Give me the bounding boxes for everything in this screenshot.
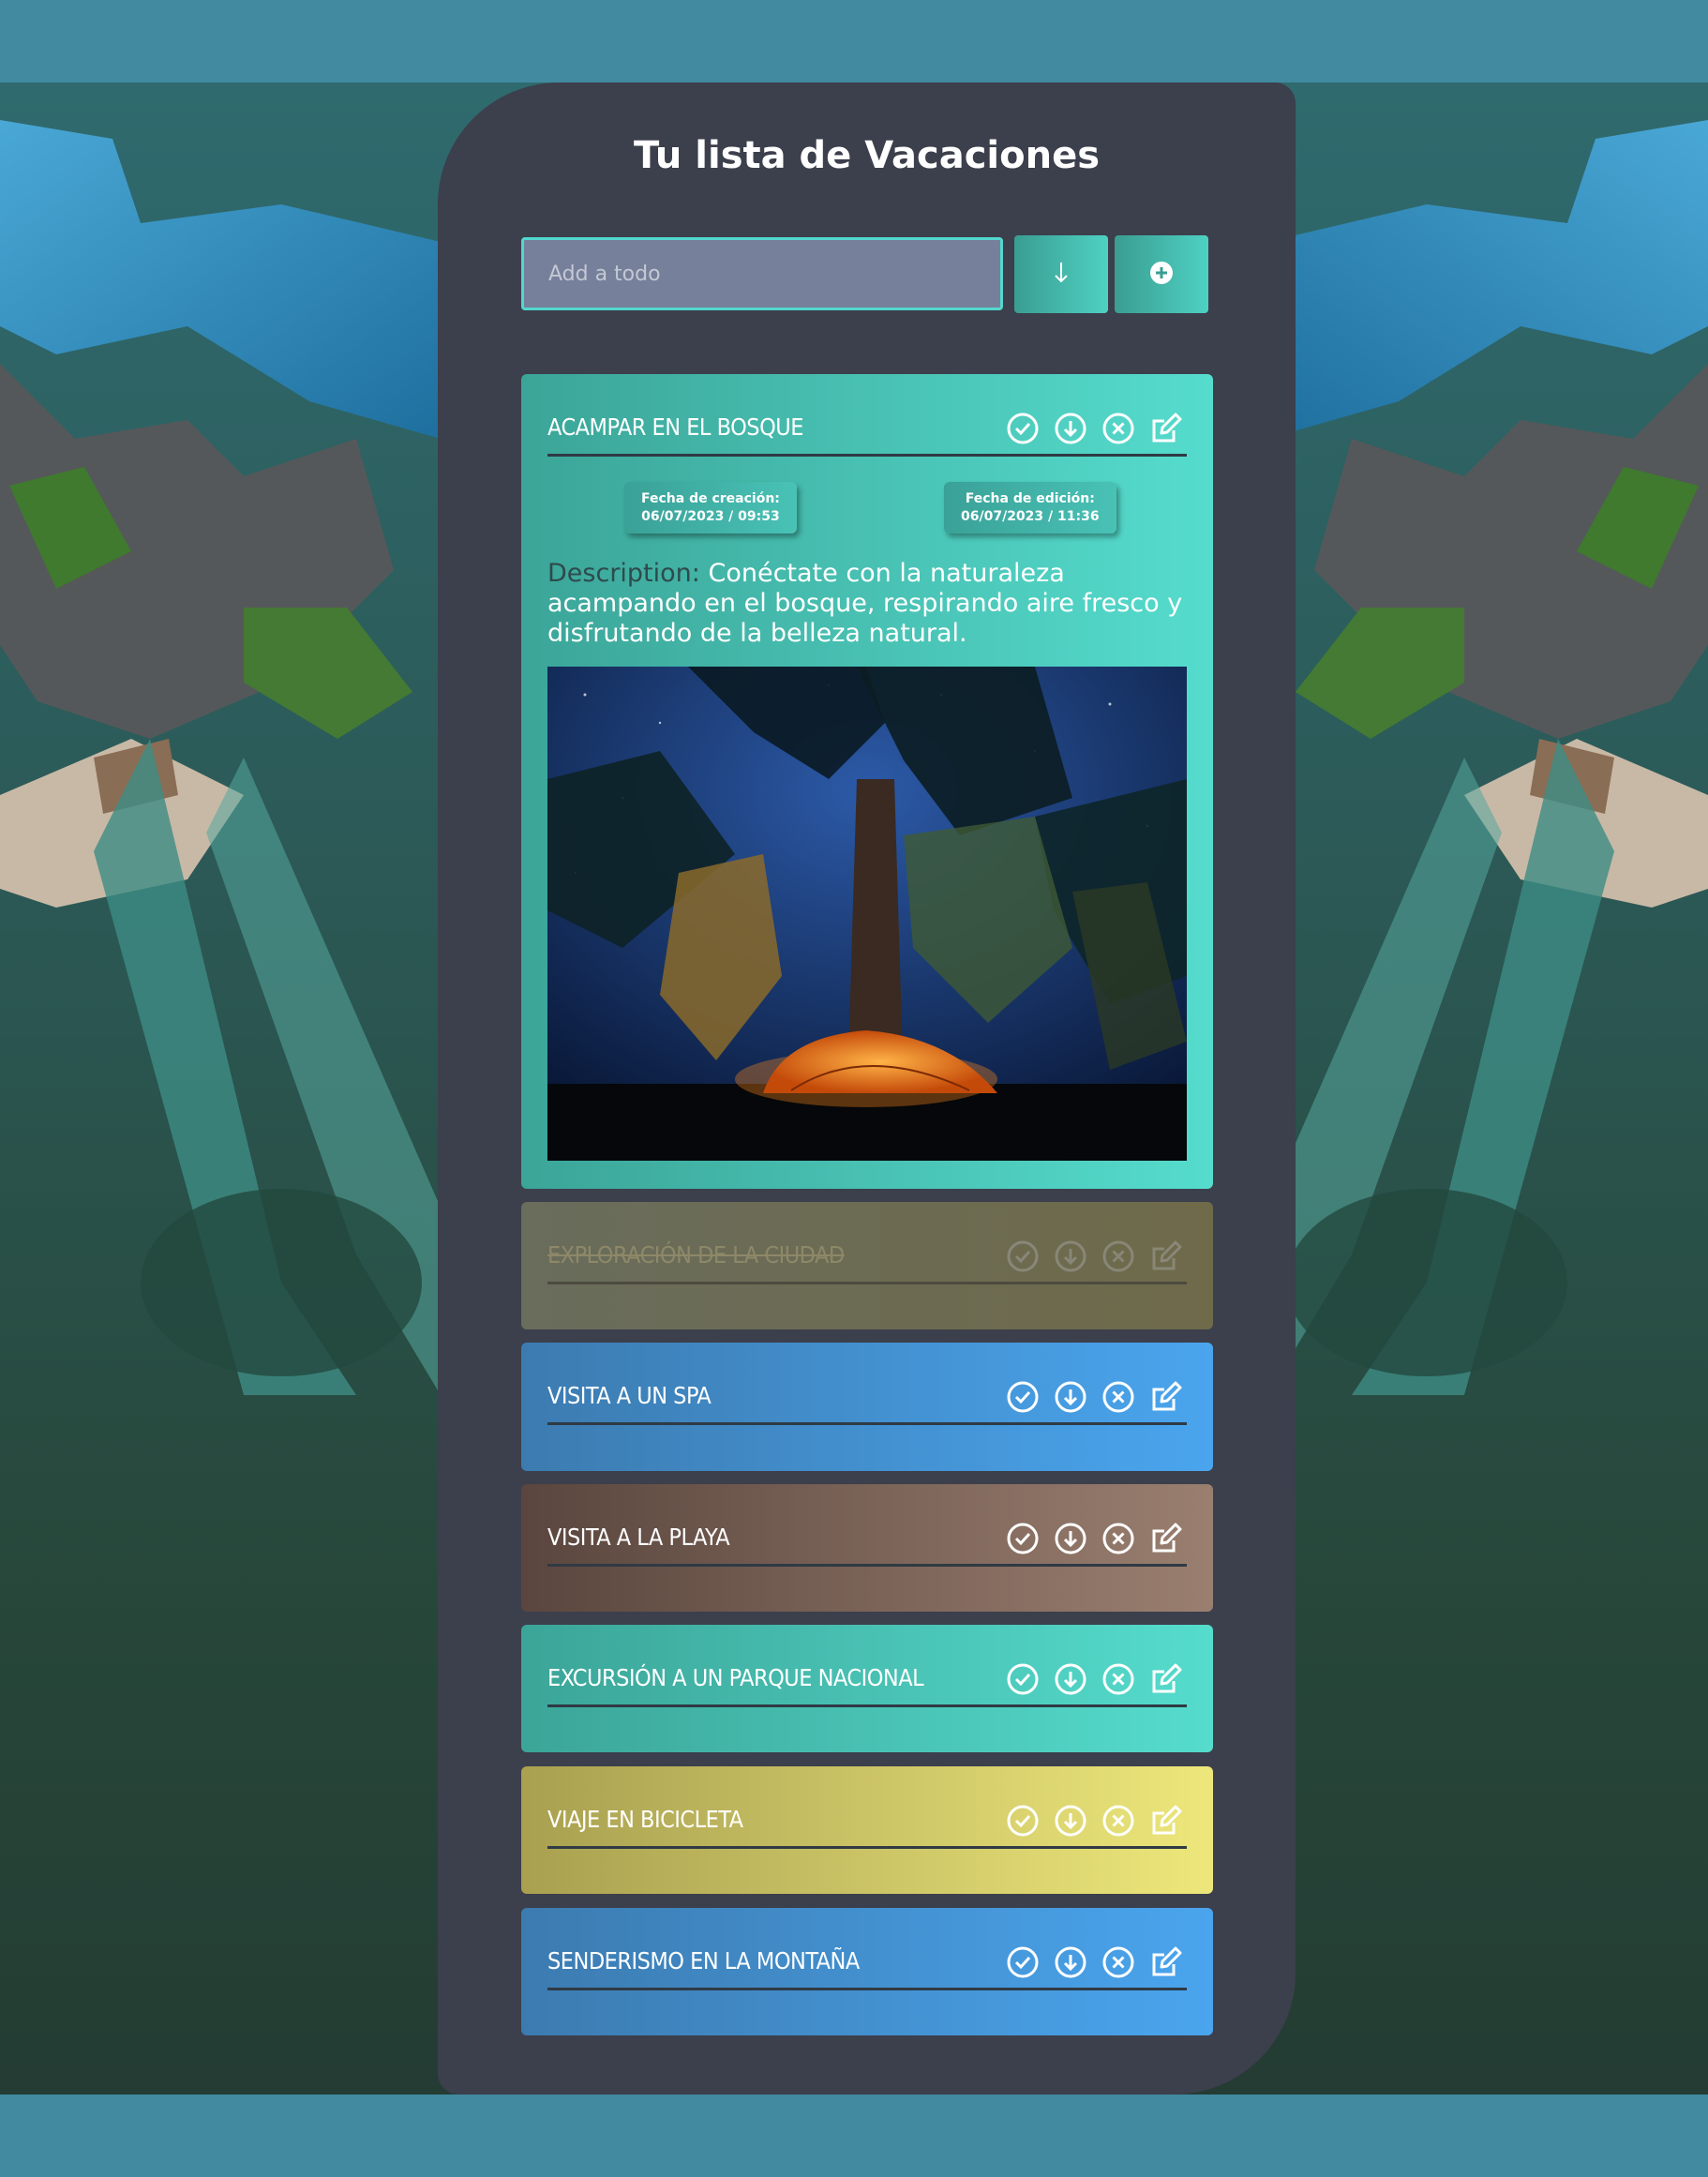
description-label: Description:: [547, 559, 700, 588]
download-circle-icon[interactable]: [1054, 412, 1087, 445]
todo-actions: [1006, 1380, 1183, 1414]
edited-date-value: 06/07/2023 / 11:36: [961, 508, 1100, 524]
todo-header: ACAMPAR EN EL BOSQUE: [547, 406, 1187, 457]
todo-item[interactable]: EXCURSIÓN A UN PARQUE NACIONAL: [521, 1625, 1213, 1752]
todo-actions: [1006, 1522, 1183, 1555]
todo-title: EXCURSIÓN A UN PARQUE NACIONAL: [547, 1664, 924, 1691]
check-circle-icon[interactable]: [1006, 1662, 1040, 1696]
arrow-down-icon: [1052, 261, 1071, 289]
download-circle-icon[interactable]: [1054, 1380, 1087, 1414]
todo-item[interactable]: EXPLORACIÓN DE LA CIUDAD: [521, 1202, 1213, 1329]
close-circle-icon[interactable]: [1101, 1804, 1135, 1838]
todo-header: VISITA A LA PLAYA: [547, 1516, 1187, 1567]
check-circle-icon[interactable]: [1006, 1239, 1040, 1273]
todo-title: EXPLORACIÓN DE LA CIUDAD: [547, 1241, 845, 1269]
page-title: Tu lista de Vacaciones: [633, 134, 1101, 177]
close-circle-icon[interactable]: [1101, 1522, 1135, 1555]
todo-image: [547, 667, 1187, 1161]
plus-circle-icon: [1149, 261, 1174, 289]
todo-title: VIAJE EN BICICLETA: [547, 1806, 743, 1833]
check-circle-icon[interactable]: [1006, 412, 1040, 445]
edit-icon[interactable]: [1149, 1804, 1183, 1838]
created-date-label: Fecha de creación:: [641, 490, 780, 506]
check-circle-icon[interactable]: [1006, 1945, 1040, 1979]
todo-actions: [1006, 1662, 1183, 1696]
edit-icon[interactable]: [1149, 412, 1183, 445]
created-date-value: 06/07/2023 / 09:53: [641, 508, 780, 524]
todo-item[interactable]: VIAJE EN BICICLETA: [521, 1766, 1213, 1894]
todo-actions: [1006, 1804, 1183, 1838]
todo-item[interactable]: SENDERISMO EN LA MONTAÑA: [521, 1908, 1213, 2035]
todo-item[interactable]: VISITA A LA PLAYA: [521, 1484, 1213, 1612]
add-todo-button[interactable]: [1115, 235, 1208, 313]
check-circle-icon[interactable]: [1006, 1380, 1040, 1414]
check-circle-icon[interactable]: [1006, 1522, 1040, 1555]
edit-icon[interactable]: [1149, 1380, 1183, 1414]
download-circle-icon[interactable]: [1054, 1662, 1087, 1696]
todo-description: Description: Conéctate con la naturaleza…: [547, 559, 1187, 649]
island-decoration-left: [0, 120, 441, 1395]
close-circle-icon[interactable]: [1101, 1945, 1135, 1979]
todo-header: VISITA A UN SPA: [547, 1374, 1187, 1425]
edit-icon[interactable]: [1149, 1662, 1183, 1696]
close-circle-icon[interactable]: [1101, 1239, 1135, 1273]
edit-icon[interactable]: [1149, 1239, 1183, 1273]
download-circle-icon[interactable]: [1054, 1945, 1087, 1979]
todo-title: ACAMPAR EN EL BOSQUE: [547, 413, 803, 441]
download-circle-icon[interactable]: [1054, 1239, 1087, 1273]
check-circle-icon[interactable]: [1006, 1804, 1040, 1838]
todo-item[interactable]: ACAMPAR EN EL BOSQUE Fecha de creación: …: [521, 374, 1213, 1189]
edited-date-label: Fecha de edición:: [965, 490, 1095, 506]
sort-button[interactable]: [1014, 235, 1108, 313]
close-circle-icon[interactable]: [1101, 412, 1135, 445]
close-circle-icon[interactable]: [1101, 1662, 1135, 1696]
todo-actions: [1006, 1945, 1183, 1979]
todo-header: EXCURSIÓN A UN PARQUE NACIONAL: [547, 1657, 1187, 1707]
todo-title: VISITA A UN SPA: [547, 1382, 712, 1409]
edit-icon[interactable]: [1149, 1522, 1183, 1555]
island-decoration-right: [1267, 120, 1708, 1395]
download-circle-icon[interactable]: [1054, 1522, 1087, 1555]
close-circle-icon[interactable]: [1101, 1380, 1135, 1414]
todo-title: VISITA A LA PLAYA: [547, 1524, 730, 1551]
created-date-badge: Fecha de creación: 06/07/2023 / 09:53: [624, 482, 797, 533]
edited-date-badge: Fecha de edición: 06/07/2023 / 11:36: [944, 482, 1116, 533]
todo-actions: [1006, 1239, 1183, 1273]
todo-title: SENDERISMO EN LA MONTAÑA: [547, 1947, 860, 1974]
todo-header: SENDERISMO EN LA MONTAÑA: [547, 1940, 1187, 1990]
download-circle-icon[interactable]: [1054, 1804, 1087, 1838]
todo-actions: [1006, 412, 1183, 445]
todo-input[interactable]: [521, 237, 1003, 310]
edit-icon[interactable]: [1149, 1945, 1183, 1979]
todo-header: VIAJE EN BICICLETA: [547, 1798, 1187, 1849]
todo-header: EXPLORACIÓN DE LA CIUDAD: [547, 1234, 1187, 1284]
todo-panel: Tu lista de Vacaciones ACAMPAR EN EL BOS…: [438, 83, 1296, 2094]
todo-item[interactable]: VISITA A UN SPA: [521, 1343, 1213, 1471]
